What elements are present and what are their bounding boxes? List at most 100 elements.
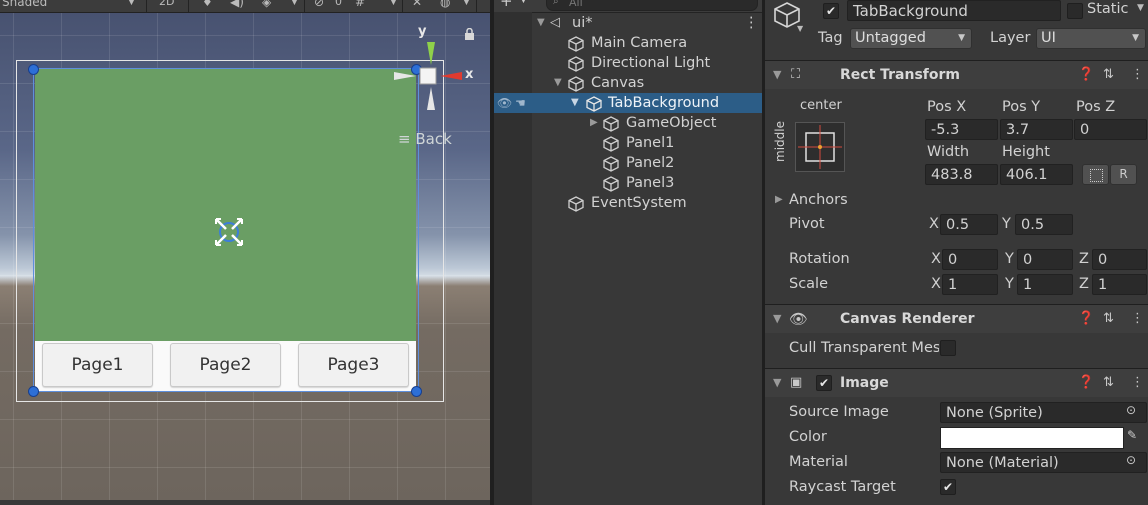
hierarchy-item-panel2[interactable]: Panel2 (494, 153, 762, 173)
cull-transparent-mesh-checkbox[interactable] (940, 340, 956, 356)
width-field[interactable]: 483.8 (925, 164, 998, 185)
layer-value: UI (1041, 30, 1056, 46)
page1-button[interactable]: Page1 (42, 343, 153, 387)
object-name-field[interactable]: TabBackground (847, 0, 1061, 21)
pickable-hand-icon[interactable]: ☚ (515, 93, 526, 113)
blueprint-mode-button[interactable] (1082, 164, 1109, 185)
rect-handle-bottom-left[interactable] (28, 386, 39, 397)
scene-root-item[interactable]: ▼ ◁ ui* ⋮ (494, 13, 762, 33)
page2-button[interactable]: Page2 (170, 343, 281, 387)
tools-icon[interactable]: ✕ (412, 0, 422, 10)
lighting-toggle-icon[interactable]: ♦ (202, 0, 213, 10)
active-checkbox[interactable]: ✔ (823, 3, 839, 19)
foldout-expanded-icon[interactable]: ▼ (773, 305, 781, 333)
rect-transform-icon: ⛶ (791, 67, 801, 82)
rotation-x-field[interactable]: 0 (942, 249, 998, 270)
pivot-y-field[interactable]: 0.5 (1015, 214, 1073, 235)
audio-toggle-icon[interactable]: ◀) (230, 0, 244, 10)
hierarchy-search-input[interactable]: ⌕ All (546, 0, 758, 11)
layer-dropdown[interactable]: UI ▼ (1036, 28, 1146, 49)
material-field[interactable]: None (Material) (940, 452, 1147, 473)
pos-x-field[interactable]: -5.3 (925, 119, 998, 140)
object-picker-icon[interactable]: ⊙ (1126, 403, 1136, 417)
object-picker-icon[interactable]: ⊙ (1126, 453, 1136, 467)
foldout-expanded-icon[interactable]: ▼ (773, 61, 781, 89)
rotation-y-field[interactable]: 0 (1017, 249, 1073, 270)
help-icon[interactable]: ❓ (1078, 369, 1094, 397)
hierarchy-item-gameobject[interactable]: ▶ GameObject (494, 113, 762, 133)
foldout-expanded-icon[interactable]: ▼ (571, 93, 579, 113)
chevron-down-icon[interactable]: ▼ (128, 0, 135, 10)
hierarchy-item-panel3[interactable]: Panel3 (494, 173, 762, 193)
anchor-horizontal-label: center (800, 98, 842, 113)
presets-icon[interactable]: ⇅ (1103, 61, 1114, 89)
scale-x-field[interactable]: 1 (942, 274, 998, 295)
pos-y-field[interactable]: 3.7 (1000, 119, 1073, 140)
grid-snap-icon[interactable]: # (355, 0, 365, 10)
image-enabled-checkbox[interactable]: ✔ (816, 375, 832, 391)
anchor-presets-button[interactable] (795, 122, 845, 172)
layer-label: Layer (990, 30, 1031, 46)
height-field[interactable]: 406.1 (1000, 164, 1073, 185)
visibility-hidden-icon[interactable]: ⊘ (314, 0, 324, 10)
effects-toggle-icon[interactable]: ◈ (262, 0, 271, 10)
tag-dropdown[interactable]: Untagged ▼ (850, 28, 972, 49)
help-icon[interactable]: ❓ (1078, 61, 1094, 89)
page3-button[interactable]: Page3 (298, 343, 409, 387)
chevron-down-icon[interactable]: ▼ (291, 0, 298, 10)
pivot-icon[interactable] (212, 215, 246, 253)
hierarchy-item-main-camera[interactable]: Main Camera (494, 33, 762, 53)
lock-icon[interactable] (464, 27, 475, 44)
rect-handle-bottom-right[interactable] (411, 386, 422, 397)
more-options-icon[interactable]: ⋮ (744, 13, 759, 33)
scene-view[interactable]: Shaded ▼ 2D ♦ ◀) ◈ ▼ ⊘ 0 # ▼ ✕ ◍ ▼ Page1… (0, 0, 490, 500)
chevron-down-icon[interactable]: ▼ (463, 0, 470, 10)
rect-handle-top-left[interactable] (28, 64, 39, 75)
anchors-label[interactable]: Anchors (789, 192, 848, 208)
foldout-expanded-icon[interactable]: ▼ (773, 369, 781, 397)
hierarchy-item-panel1[interactable]: Panel1 (494, 133, 762, 153)
2d-toggle-button[interactable]: 2D (159, 0, 174, 10)
more-options-icon[interactable]: ⋮ (1131, 61, 1144, 89)
chevron-down-icon[interactable]: ▼ (520, 0, 527, 5)
rect-transform-header[interactable]: ▼ ⛶ Rect Transform ❓ ⇅ ⋮ (765, 60, 1148, 89)
shading-mode-dropdown[interactable]: Shaded (2, 0, 47, 10)
hierarchy-item-canvas[interactable]: ▼ Canvas (494, 73, 762, 93)
image-component-header[interactable]: ▼ ▣ ✔ Image ❓ ⇅ ⋮ (765, 368, 1148, 397)
eyedropper-icon[interactable]: ✎ (1127, 428, 1137, 442)
chevron-down-icon[interactable]: ▼ (797, 24, 803, 33)
hierarchy-item-directional-light[interactable]: Directional Light (494, 53, 762, 73)
pos-y-label: Pos Y (1002, 99, 1041, 115)
pos-z-field[interactable]: 0 (1074, 119, 1147, 140)
static-checkbox[interactable] (1067, 3, 1083, 19)
add-icon[interactable]: + (500, 0, 513, 10)
foldout-expanded-icon[interactable]: ▼ (554, 73, 562, 93)
raw-edit-mode-button[interactable]: R (1110, 164, 1137, 185)
visibility-eye-icon[interactable]: 👁︎ (497, 93, 512, 113)
scale-y-field[interactable]: 1 (1017, 274, 1073, 295)
hierarchy-panel: + ▼ ⌕ All ▼ ◁ ui* ⋮ Main Camera Directio… (494, 0, 762, 505)
canvas-renderer-header[interactable]: ▼ 👁︎ Canvas Renderer ❓ ⇅ ⋮ (765, 304, 1148, 333)
color-swatch[interactable] (940, 427, 1124, 449)
hierarchy-item-tabbackground[interactable]: 👁︎ ☚ ▼ TabBackground (494, 93, 762, 113)
more-options-icon[interactable]: ⋮ (1131, 369, 1144, 397)
presets-icon[interactable]: ⇅ (1103, 369, 1114, 397)
source-image-field[interactable]: None (Sprite) (940, 402, 1147, 423)
foldout-collapsed-icon[interactable]: ▶ (590, 113, 598, 133)
chevron-down-icon[interactable]: ▼ (1137, 3, 1144, 13)
raycast-target-checkbox[interactable]: ✔ (940, 479, 956, 495)
hierarchy-item-label: Panel1 (626, 135, 675, 151)
rotation-z-field[interactable]: 0 (1092, 249, 1147, 270)
presets-icon[interactable]: ⇅ (1103, 305, 1114, 333)
gizmos-icon[interactable]: ◍ (440, 0, 450, 10)
more-options-icon[interactable]: ⋮ (1131, 305, 1144, 333)
hierarchy-item-eventsystem[interactable]: EventSystem (494, 193, 762, 213)
scale-z-field[interactable]: 1 (1092, 274, 1147, 295)
unity-scene-icon: ◁ (550, 15, 560, 30)
help-icon[interactable]: ❓ (1078, 305, 1094, 333)
foldout-collapsed-icon[interactable]: ▶ (775, 194, 783, 205)
chevron-down-icon[interactable]: ▼ (390, 0, 397, 10)
foldout-expanded-icon[interactable]: ▼ (537, 13, 545, 33)
scene-orientation-gizmo-icon[interactable] (390, 38, 468, 118)
pivot-x-field[interactable]: 0.5 (940, 214, 998, 235)
